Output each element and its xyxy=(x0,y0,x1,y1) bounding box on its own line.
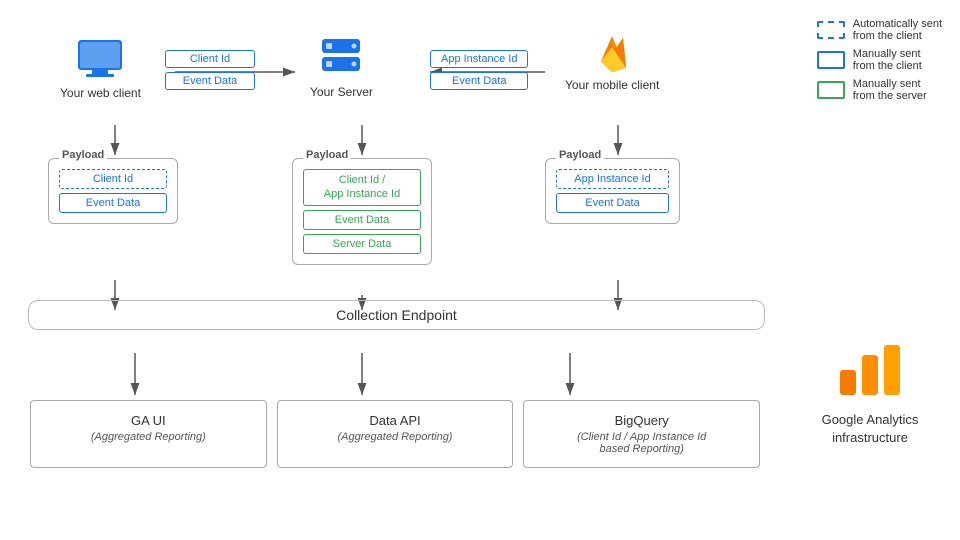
mobile-payload-box: Payload App Instance Id Event Data xyxy=(545,158,680,224)
bigquery-box: BigQuery (Client Id / App Instance Idbas… xyxy=(523,400,760,468)
legend: Automatically sent from the client Manua… xyxy=(817,18,942,102)
mobile-payload-label: Payload xyxy=(556,149,604,161)
server-payload-event-data: Event Data xyxy=(303,210,421,230)
web-client: Your web client xyxy=(60,38,141,100)
legend-box-solid-blue xyxy=(817,51,845,69)
server: Your Server xyxy=(310,35,373,99)
legend-box-solid-green xyxy=(817,81,845,99)
legend-label-manual-client: Manually sent from the client xyxy=(853,48,922,72)
web-payload-client-id: Client Id xyxy=(59,169,167,189)
mobile-client-icon xyxy=(590,30,634,74)
bottom-section: GA UI (Aggregated Reporting) Data API (A… xyxy=(30,400,760,468)
web-payload-box: Payload Client Id Event Data xyxy=(48,158,178,224)
ga-ui-box: GA UI (Aggregated Reporting) xyxy=(30,400,267,468)
server-payload-server-data: Server Data xyxy=(303,234,421,254)
bigquery-subtitle: (Client Id / App Instance Idbased Report… xyxy=(534,431,749,455)
server-icon xyxy=(318,35,364,81)
ga-infrastructure: Google Analytics infrastructure xyxy=(790,340,950,447)
web-payload-event-data: Event Data xyxy=(59,193,167,213)
server-mobile-tags: App Instance Id Event Data xyxy=(430,50,528,90)
web-payload-label: Payload xyxy=(59,149,107,161)
mobile-payload-app-instance-id: App Instance Id xyxy=(556,169,669,189)
web-data-tags: Client Id Event Data xyxy=(165,50,255,90)
ga-ui-title: GA UI xyxy=(41,413,256,428)
web-client-label: Your web client xyxy=(60,86,141,100)
server-payload-client-id: Client Id /App Instance Id xyxy=(303,169,421,206)
data-api-title: Data API xyxy=(288,413,503,428)
ga-ui-subtitle: (Aggregated Reporting) xyxy=(41,431,256,443)
legend-item-manual-client: Manually sent from the client xyxy=(817,48,942,72)
bigquery-title: BigQuery xyxy=(534,413,749,428)
server-payload-label: Payload xyxy=(303,149,351,161)
data-api-subtitle: (Aggregated Reporting) xyxy=(288,431,503,443)
mobile-client: Your mobile client xyxy=(565,30,659,92)
mobile-client-label: Your mobile client xyxy=(565,78,659,92)
legend-item-manual-server: Manually sent from the server xyxy=(817,78,942,102)
ga-bar-chart-icon xyxy=(835,340,905,400)
collection-endpoint-title: Collection Endpoint xyxy=(37,307,756,323)
collection-wrapper: Collection Endpoint xyxy=(28,300,765,330)
data-api-box: Data API (Aggregated Reporting) xyxy=(277,400,514,468)
server-label: Your Server xyxy=(310,85,373,99)
legend-label-manual-server: Manually sent from the server xyxy=(853,78,927,102)
server-event-data-tag: Event Data xyxy=(430,72,528,90)
app-instance-id-tag: App Instance Id xyxy=(430,50,528,68)
web-client-id-tag: Client Id xyxy=(165,50,255,68)
ga-infra-title: Google Analytics infrastructure xyxy=(790,411,950,447)
legend-label-auto: Automatically sent from the client xyxy=(853,18,942,42)
web-client-icon xyxy=(76,38,124,82)
server-payload-box: Payload Client Id /App Instance Id Event… xyxy=(292,158,432,265)
mobile-payload-event-data: Event Data xyxy=(556,193,669,213)
web-event-data-tag: Event Data xyxy=(165,72,255,90)
legend-item-auto: Automatically sent from the client xyxy=(817,18,942,42)
legend-box-dashed xyxy=(817,21,845,39)
diagram: Automatically sent from the client Manua… xyxy=(0,0,960,540)
